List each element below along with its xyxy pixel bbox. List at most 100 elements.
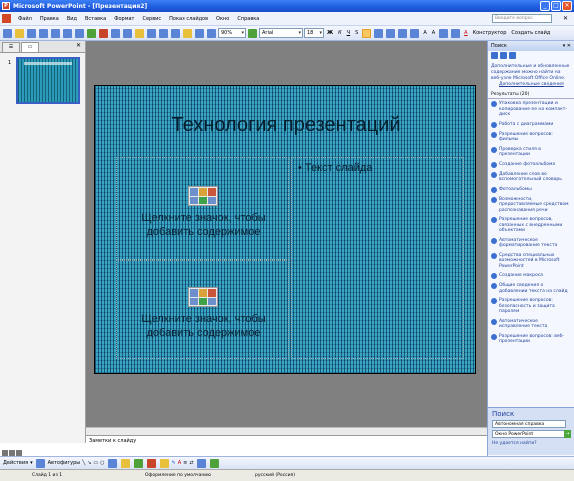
text-placeholder[interactable]: • Текст слайда — [291, 157, 464, 359]
result-item[interactable]: Средства специальных возможностей в Micr… — [491, 252, 570, 270]
menu-help[interactable]: Справка — [233, 16, 263, 22]
tab-slides[interactable]: ▭ — [21, 42, 39, 52]
menu-slideshow[interactable]: Показ слайдов — [165, 16, 212, 22]
result-item[interactable]: Разрешение вопросов: фильмы — [491, 131, 570, 143]
slide-thumbnail[interactable] — [16, 57, 80, 104]
text-color-icon[interactable]: A — [178, 460, 181, 466]
textbox-icon[interactable] — [107, 458, 117, 468]
shadow-icon[interactable]: S — [353, 30, 360, 36]
decrease-indent-icon[interactable] — [439, 28, 449, 38]
align-center-icon[interactable] — [374, 28, 384, 38]
draw-actions-menu[interactable]: Действия — [3, 460, 28, 466]
minimize-button[interactable]: _ — [540, 1, 550, 11]
new-icon[interactable] — [3, 28, 12, 38]
document-icon[interactable] — [2, 14, 11, 23]
result-item[interactable]: Автоматическое форматирование текста — [491, 237, 570, 249]
menu-edit[interactable]: Правка — [36, 16, 63, 22]
menu-view[interactable]: Вид — [63, 16, 81, 22]
result-item[interactable]: Разрешение вопросов: безопасность и защи… — [491, 298, 570, 315]
insert-content-icons[interactable] — [188, 186, 218, 206]
slide-title[interactable]: Технология презентаций — [95, 114, 477, 137]
result-item[interactable]: Фотоальбомы — [491, 186, 570, 193]
designer-button[interactable]: Конструктор — [471, 30, 509, 36]
spelling-icon[interactable] — [87, 28, 96, 38]
line-style-icon[interactable]: ≡ — [183, 460, 187, 466]
wordart-icon[interactable] — [120, 458, 130, 468]
content-placeholder-2[interactable]: Щелкните значок, чтобы добавить содержим… — [116, 260, 289, 359]
cut-icon[interactable] — [111, 28, 120, 38]
chart-icon[interactable] — [183, 28, 192, 38]
permission-icon[interactable] — [39, 28, 48, 38]
autoshapes-menu[interactable]: Автофигуры — [48, 460, 81, 466]
menu-insert[interactable]: Вставка — [81, 16, 110, 22]
tab-outline[interactable]: ☰ — [2, 42, 20, 52]
shadow-style-icon[interactable] — [196, 458, 206, 468]
preview-icon[interactable] — [75, 28, 84, 38]
panel-close-icon[interactable]: ✕ — [76, 42, 81, 49]
arrow-icon[interactable]: ↘ — [87, 460, 91, 466]
search-scope-select[interactable]: Автономная справка — [492, 420, 566, 428]
italic-icon[interactable]: К — [336, 30, 344, 36]
home-icon[interactable] — [509, 52, 516, 59]
maximize-button[interactable]: □ — [551, 1, 561, 11]
insert-content-icons[interactable] — [188, 287, 218, 307]
redo-icon[interactable] — [171, 28, 180, 38]
result-item[interactable]: Разрешение вопросов: веб-презентации — [491, 333, 570, 345]
result-item[interactable]: Разрешение вопросов, связанных с внедрен… — [491, 217, 570, 234]
font-color-icon[interactable]: A — [462, 30, 469, 36]
menu-tools[interactable]: Сервис — [138, 16, 165, 22]
back-icon[interactable] — [491, 52, 498, 59]
bold-icon[interactable]: Ж — [325, 30, 335, 36]
line-color-icon[interactable]: ✎ — [172, 460, 176, 466]
result-item[interactable]: Упаковка презентации и копирование ее на… — [491, 101, 570, 118]
content-placeholder-1[interactable]: Щелкните значок, чтобы добавить содержим… — [116, 157, 289, 260]
search-input[interactable]: Окно PowerPoint — [492, 430, 566, 438]
result-item[interactable]: Создание фотоальбома — [491, 161, 570, 168]
paste-icon[interactable] — [135, 28, 144, 38]
rectangle-icon[interactable]: ▭ — [93, 460, 98, 466]
more-info-link[interactable]: Дополнительные сведения — [491, 82, 571, 88]
grid-icon[interactable] — [207, 28, 216, 38]
result-item[interactable]: Автоматическое исправление текста — [491, 318, 570, 330]
bullets-icon[interactable] — [410, 28, 420, 38]
result-item[interactable]: Возможности, предоставляемые средством р… — [491, 196, 570, 214]
taskpane-close-icon[interactable]: ▾ ✕ — [563, 41, 571, 51]
clipart-icon[interactable] — [146, 458, 156, 468]
open-icon[interactable] — [15, 28, 24, 38]
cant-find-link[interactable]: Не удается найти? — [492, 441, 570, 446]
copy-icon[interactable] — [123, 28, 132, 38]
font-grow-icon[interactable]: A — [421, 30, 428, 36]
slide-canvas[interactable]: Технология презентаций Щелкните значок, … — [94, 85, 476, 374]
horizontal-scrollbar[interactable] — [86, 427, 487, 435]
undo-icon[interactable] — [159, 28, 168, 38]
menu-format[interactable]: Формат — [110, 16, 138, 22]
increase-indent-icon[interactable] — [451, 28, 461, 38]
email-icon[interactable] — [51, 28, 60, 38]
result-item[interactable]: Проверка стиля в презентации — [491, 146, 570, 158]
help-icon[interactable] — [248, 28, 257, 38]
line-icon[interactable]: ╲ — [82, 460, 85, 466]
notes-pane[interactable]: Заметки к слайду — [86, 435, 487, 455]
result-item[interactable]: Добавление слов во вспомогательный слова… — [491, 171, 570, 183]
oval-icon[interactable]: ○ — [100, 460, 104, 466]
result-item[interactable]: Общие сведения о добавлении текста на сл… — [491, 283, 570, 294]
zoom-select[interactable]: 90% — [218, 28, 246, 38]
powerpoint-app-icon[interactable]: P — [2, 2, 10, 10]
doc-close-icon[interactable]: ✕ — [563, 15, 568, 22]
menu-window[interactable]: Окно — [212, 16, 233, 22]
align-left-icon[interactable] — [362, 28, 372, 38]
help-question-input[interactable]: Введите вопрос — [492, 14, 552, 23]
diagram-icon[interactable] — [133, 458, 143, 468]
save-icon[interactable] — [27, 28, 36, 38]
format-painter-icon[interactable] — [147, 28, 156, 38]
select-objects-icon[interactable] — [35, 458, 45, 468]
arrow-style-icon[interactable]: ⇄ — [189, 460, 193, 466]
research-icon[interactable] — [99, 28, 108, 38]
fill-color-icon[interactable] — [159, 458, 169, 468]
numbering-icon[interactable] — [398, 28, 408, 38]
result-item[interactable]: Работа с диаграммами — [491, 121, 570, 128]
underline-icon[interactable]: Ч — [345, 30, 352, 36]
font-size-select[interactable]: 18 — [304, 28, 324, 38]
table-icon[interactable] — [195, 28, 204, 38]
font-select[interactable]: Arial — [259, 28, 303, 38]
